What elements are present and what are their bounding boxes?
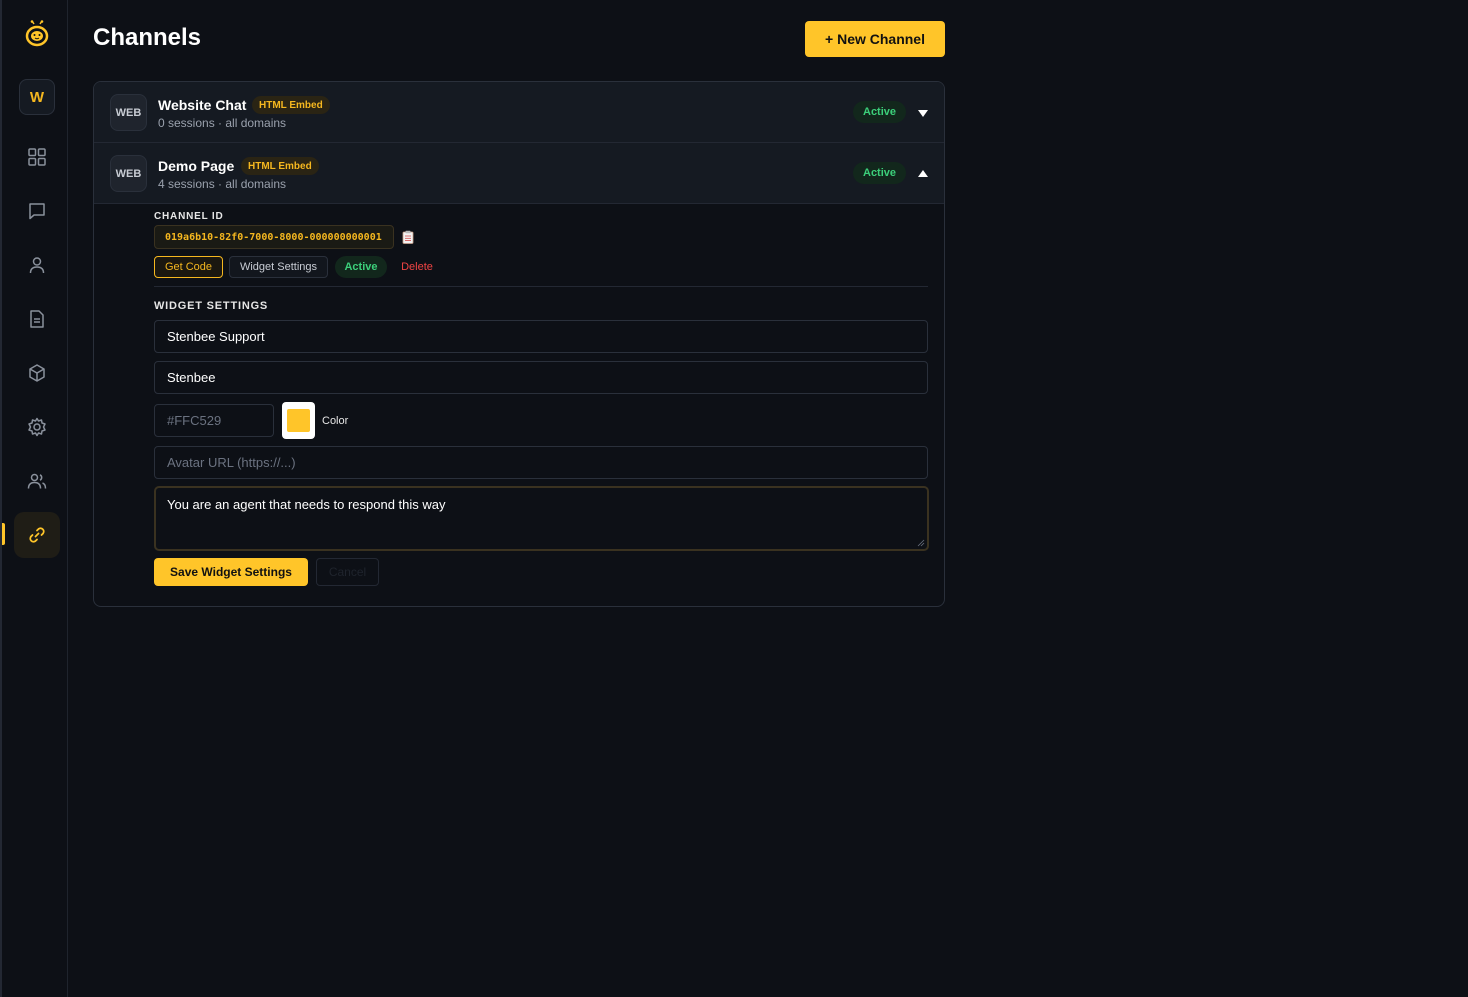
channel-row-demo-page[interactable]: WEB Demo Page HTML Embed 4 sessions · al… [94, 143, 944, 204]
nav-conversations[interactable] [14, 188, 60, 234]
bee-logo-icon[interactable] [24, 20, 50, 50]
user-icon [29, 257, 45, 274]
channel-type-badge: WEB [110, 94, 147, 131]
system-prompt-text: You are an agent that needs to respond t… [167, 497, 446, 512]
nav-integrations[interactable] [14, 350, 60, 396]
clipboard-icon[interactable] [402, 230, 414, 244]
cube-icon [29, 364, 45, 382]
resize-handle-icon[interactable] [917, 539, 925, 547]
chat-icon [29, 203, 45, 220]
channel-meta: 4 sessions · all domains [158, 177, 287, 191]
color-swatch [287, 409, 310, 432]
channel-type-badge: WEB [110, 155, 147, 192]
color-picker[interactable] [282, 402, 315, 439]
nav-channels[interactable] [14, 512, 60, 558]
workspace-badge[interactable]: W [19, 79, 55, 115]
color-label: Color [322, 415, 349, 427]
widget-settings-button[interactable]: Widget Settings [229, 256, 328, 278]
chevron-down-icon[interactable] [916, 106, 930, 120]
save-widget-settings-button[interactable]: Save Widget Settings [154, 558, 308, 586]
link-icon [29, 527, 45, 543]
widget-title-field[interactable]: Stenbee Support [154, 320, 928, 353]
channel-name: Demo Page [158, 158, 235, 174]
sidebar: W [0, 0, 68, 997]
system-prompt-textarea[interactable]: You are an agent that needs to respond t… [154, 486, 929, 551]
channel-id-label: CHANNEL ID [154, 211, 224, 222]
widget-settings-heading: WIDGET SETTINGS [154, 300, 269, 312]
active-nav-indicator [2, 523, 5, 545]
nav-documents[interactable] [14, 296, 60, 342]
channel-name: Website Chat [158, 97, 247, 113]
channels-panel: WEB Website Chat HTML Embed 0 sessions ·… [93, 81, 945, 607]
divider [154, 286, 928, 287]
get-code-button[interactable]: Get Code [154, 256, 223, 278]
avatar-url-field[interactable]: Avatar URL (https://...) [154, 446, 928, 479]
grid-icon [28, 148, 46, 166]
gear-icon [28, 417, 46, 437]
status-badge: Active [853, 162, 907, 184]
nav-team[interactable] [14, 458, 60, 504]
channel-row-website-chat[interactable]: WEB Website Chat HTML Embed 0 sessions ·… [94, 82, 944, 143]
chevron-up-icon[interactable] [916, 167, 930, 181]
cancel-button[interactable]: Cancel [316, 558, 379, 586]
nav-contacts[interactable] [14, 242, 60, 288]
channel-id-value[interactable]: 019a6b10-82f0-7000-8000-000000000001 [154, 225, 394, 249]
page-title: Channels [93, 24, 202, 51]
nav-dashboard[interactable] [14, 134, 60, 180]
channel-meta: 0 sessions · all domains [158, 116, 287, 130]
users-icon [27, 473, 47, 489]
new-channel-button[interactable]: + New Channel [805, 21, 945, 57]
status-badge: Active [853, 101, 907, 123]
active-toggle-button[interactable]: Active [335, 256, 387, 278]
channel-tag: HTML Embed [241, 157, 319, 175]
bot-name-field[interactable]: Stenbee [154, 361, 928, 394]
delete-button[interactable]: Delete [394, 256, 440, 278]
document-icon [30, 310, 44, 328]
channel-tag: HTML Embed [252, 96, 330, 114]
color-hex-input[interactable]: #FFC529 [154, 404, 274, 437]
nav-settings[interactable] [14, 404, 60, 450]
